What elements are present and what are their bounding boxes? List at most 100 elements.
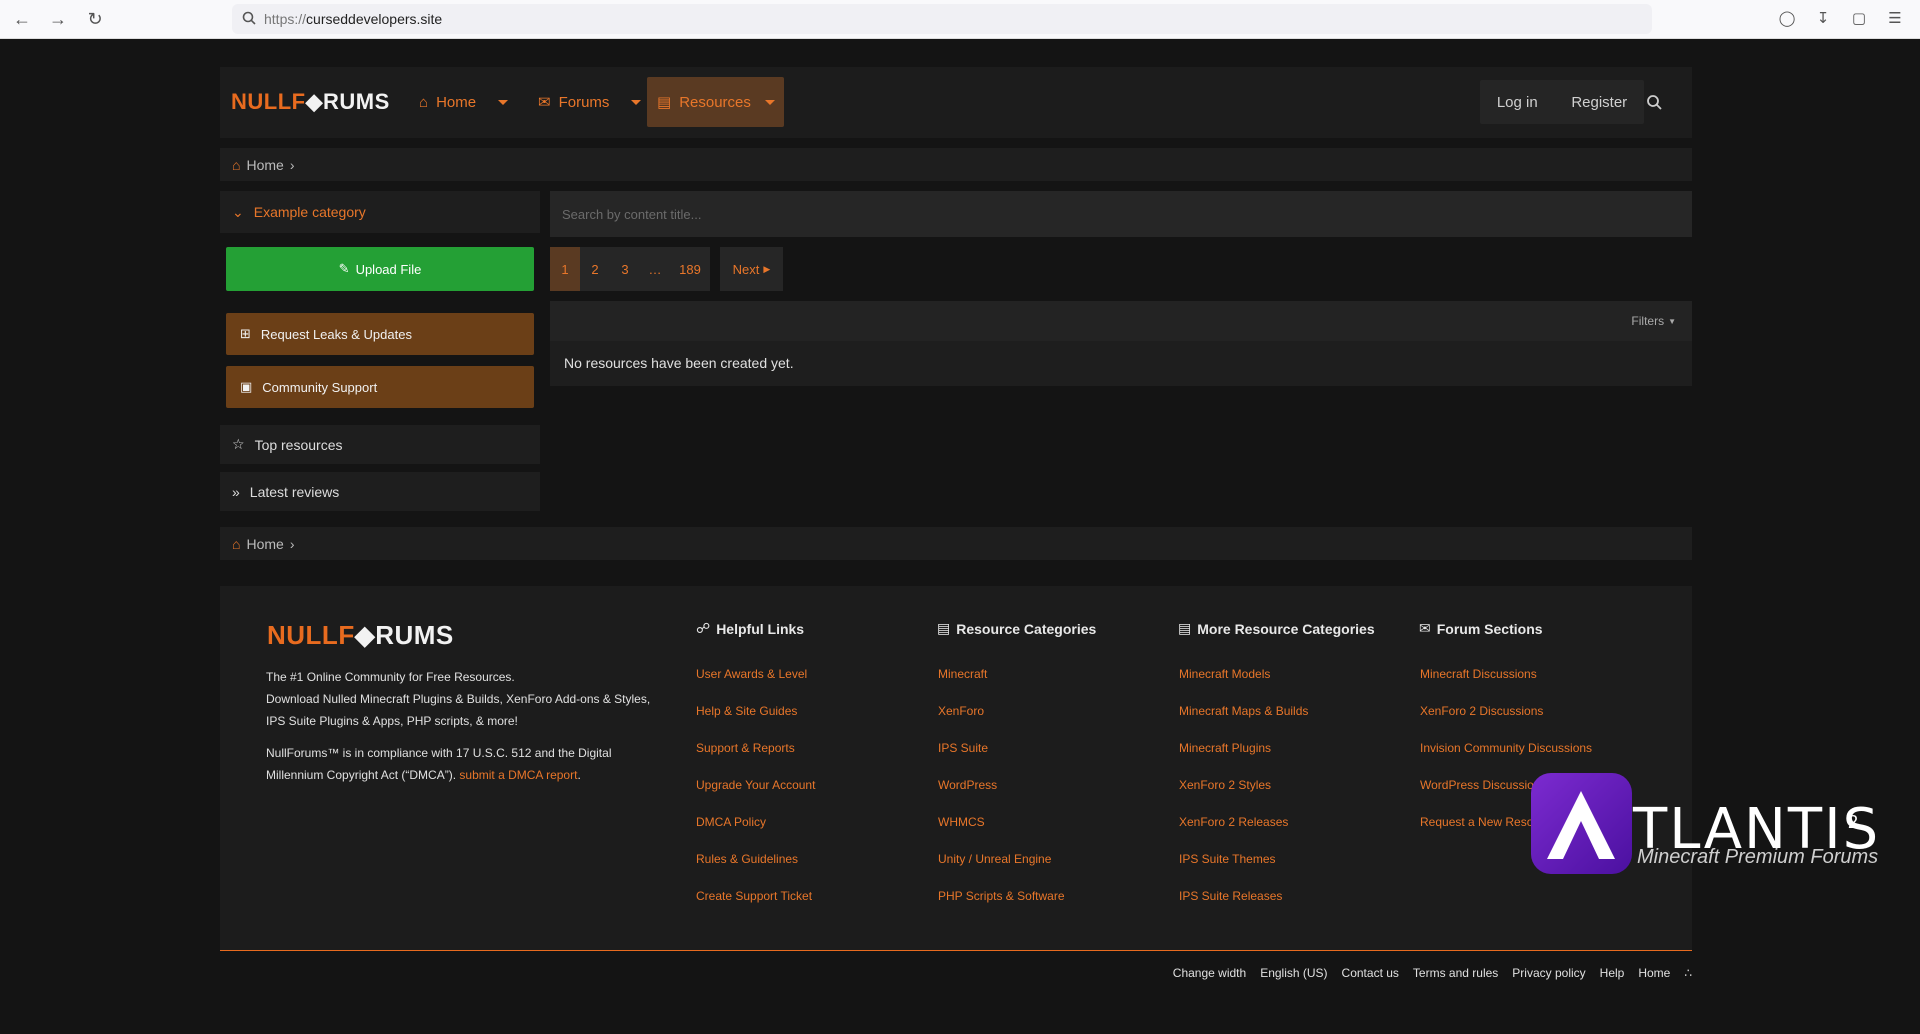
site-header: NULLF◆RUMS ⌂ Home ✉ Forums ▤ Resources L… <box>220 67 1692 138</box>
register-link[interactable]: Register <box>1571 94 1627 111</box>
page-ellipsis[interactable]: … <box>640 247 670 291</box>
home-icon: ⌂ <box>419 93 429 111</box>
breadcrumb-bottom: ⌂ Home › <box>220 527 1692 560</box>
helpful-links-heading: ☍ Helpful Links <box>696 620 805 637</box>
footer-link[interactable]: WordPress <box>938 778 997 792</box>
footer-link[interactable]: Minecraft Plugins <box>1179 741 1271 755</box>
address-bar[interactable]: https://curseddevelopers.site <box>232 4 1652 34</box>
nav-home[interactable]: ⌂ Home <box>409 77 518 127</box>
page-2[interactable]: 2 <box>580 247 610 291</box>
rss-icon[interactable]: ∴ <box>1684 966 1692 980</box>
category-toggle[interactable]: ⌄ Example category <box>220 191 540 233</box>
filters-button[interactable]: Filters ▼ <box>1631 314 1676 328</box>
latest-reviews-link[interactable]: » Latest reviews <box>220 472 540 511</box>
footer-link[interactable]: WordPress Discussions <box>1420 778 1546 792</box>
edit-icon: ✎ <box>338 261 350 276</box>
footer-link[interactable]: User Awards & Level <box>696 667 807 681</box>
breadcrumb-home[interactable]: Home <box>246 536 283 552</box>
star-icon: ☆ <box>232 436 245 452</box>
page-last[interactable]: 189 <box>670 247 710 291</box>
pagination: 1 2 3 … 189 <box>550 247 710 291</box>
request-leaks-button[interactable]: ⊞ Request Leaks & Updates <box>226 313 534 355</box>
footer-link[interactable]: IPS Suite Releases <box>1179 889 1282 903</box>
footer-link[interactable]: Minecraft <box>938 667 987 681</box>
url-text: https://curseddevelopers.site <box>264 11 443 27</box>
footer-logo[interactable]: NULLF◆RUMS <box>267 620 454 651</box>
footer-link[interactable]: XenForo 2 Discussions <box>1420 704 1543 718</box>
help-link[interactable]: Help <box>1600 966 1625 980</box>
page-3[interactable]: 3 <box>610 247 640 291</box>
footer-bottom-bar: Change width English (US) Contact us Ter… <box>1173 966 1692 980</box>
caret-right-icon: ▶ <box>763 263 771 274</box>
atlantis-tagline: Minecraft Premium Forums <box>1637 846 1879 868</box>
footer-link[interactable]: Minecraft Discussions <box>1420 667 1537 681</box>
privacy-link[interactable]: Privacy policy <box>1512 966 1585 980</box>
document-icon: ▤ <box>937 620 951 636</box>
login-link[interactable]: Log in <box>1497 94 1538 111</box>
atlantis-logo-badge <box>1531 773 1632 874</box>
footer-link[interactable]: Minecraft Maps & Builds <box>1179 704 1308 718</box>
back-icon[interactable]: ← <box>10 8 34 30</box>
top-resources-link[interactable]: ☆ Top resources <box>220 425 540 464</box>
footer-link[interactable]: Minecraft Models <box>1179 667 1270 681</box>
search-icon <box>242 11 256 25</box>
content-search-input[interactable] <box>550 191 1692 237</box>
upload-file-button[interactable]: ✎ Upload File <box>226 247 534 291</box>
nav-forums[interactable]: ✉ Forums <box>528 77 651 127</box>
discord-icon: ▣ <box>240 379 253 394</box>
menu-icon[interactable]: ☰ <box>1885 9 1905 29</box>
breadcrumb-separator: › <box>289 156 295 173</box>
download-icon[interactable]: ↧ <box>1813 9 1833 29</box>
nav-resources[interactable]: ▤ Resources <box>647 77 784 127</box>
breadcrumb: ⌂ Home › <box>220 148 1692 181</box>
forum-sections-heading: ✉ Forum Sections <box>1419 620 1543 637</box>
footer-link[interactable]: IPS Suite <box>938 741 988 755</box>
site-logo[interactable]: NULLF◆RUMS <box>231 89 390 115</box>
footer-link[interactable]: PHP Scripts & Software <box>938 889 1065 903</box>
contact-link[interactable]: Contact us <box>1342 966 1399 980</box>
document-icon: ▤ <box>657 94 672 111</box>
home-link[interactable]: Home <box>1638 966 1670 980</box>
footer-link[interactable]: Invision Community Discussions <box>1420 741 1592 755</box>
language-link[interactable]: English (US) <box>1260 966 1327 980</box>
footer-link[interactable]: XenForo <box>938 704 984 718</box>
panel-header: Filters ▼ <box>550 301 1692 341</box>
more-categories-heading: ▤ More Resource Categories <box>1178 620 1375 637</box>
page-1[interactable]: 1 <box>550 247 580 291</box>
extensions-icon[interactable]: ▢ <box>1849 9 1869 29</box>
chevron-down-icon[interactable] <box>631 99 642 105</box>
double-chevron-icon: » <box>232 483 240 500</box>
pocket-icon[interactable]: ◯ <box>1777 9 1797 29</box>
resource-categories-heading: ▤ Resource Categories <box>937 620 1097 637</box>
next-page-button[interactable]: Next ▶ <box>720 247 783 291</box>
link-icon: ☍ <box>696 620 711 636</box>
chevron-down-icon[interactable] <box>498 99 509 105</box>
footer-link[interactable]: IPS Suite Themes <box>1179 852 1276 866</box>
home-icon: ⌂ <box>232 156 241 173</box>
change-width-link[interactable]: Change width <box>1173 966 1246 980</box>
terms-link[interactable]: Terms and rules <box>1413 966 1498 980</box>
footer-link[interactable]: XenForo 2 Styles <box>1179 778 1271 792</box>
fox-icon: ◆ <box>305 89 324 114</box>
auth-box: Log in Register <box>1480 80 1644 124</box>
dmca-report-link[interactable]: submit a DMCA report <box>459 768 577 782</box>
footer-link[interactable]: Create Support Ticket <box>696 889 812 903</box>
caret-down-icon: ▼ <box>1668 316 1676 326</box>
footer-link[interactable]: Rules & Guidelines <box>696 852 798 866</box>
forward-icon[interactable]: → <box>46 8 70 30</box>
footer-link[interactable]: Upgrade Your Account <box>696 778 815 792</box>
footer-description: The #1 Online Community for Free Resourc… <box>266 670 651 728</box>
site-footer: NULLF◆RUMS The #1 Online Community for F… <box>220 586 1692 951</box>
breadcrumb-home[interactable]: Home <box>246 157 283 173</box>
atlantis-a-icon <box>1547 791 1615 859</box>
reload-icon[interactable]: ↻ <box>83 8 107 30</box>
search-icon[interactable] <box>1646 94 1662 110</box>
chevron-down-icon[interactable] <box>764 99 775 105</box>
footer-link[interactable]: Support & Reports <box>696 741 795 755</box>
community-support-button[interactable]: ▣ Community Support <box>226 366 534 408</box>
footer-link[interactable]: DMCA Policy <box>696 815 766 829</box>
footer-link[interactable]: Unity / Unreal Engine <box>938 852 1051 866</box>
footer-link[interactable]: WHMCS <box>938 815 985 829</box>
footer-link[interactable]: XenForo 2 Releases <box>1179 815 1288 829</box>
footer-link[interactable]: Help & Site Guides <box>696 704 797 718</box>
